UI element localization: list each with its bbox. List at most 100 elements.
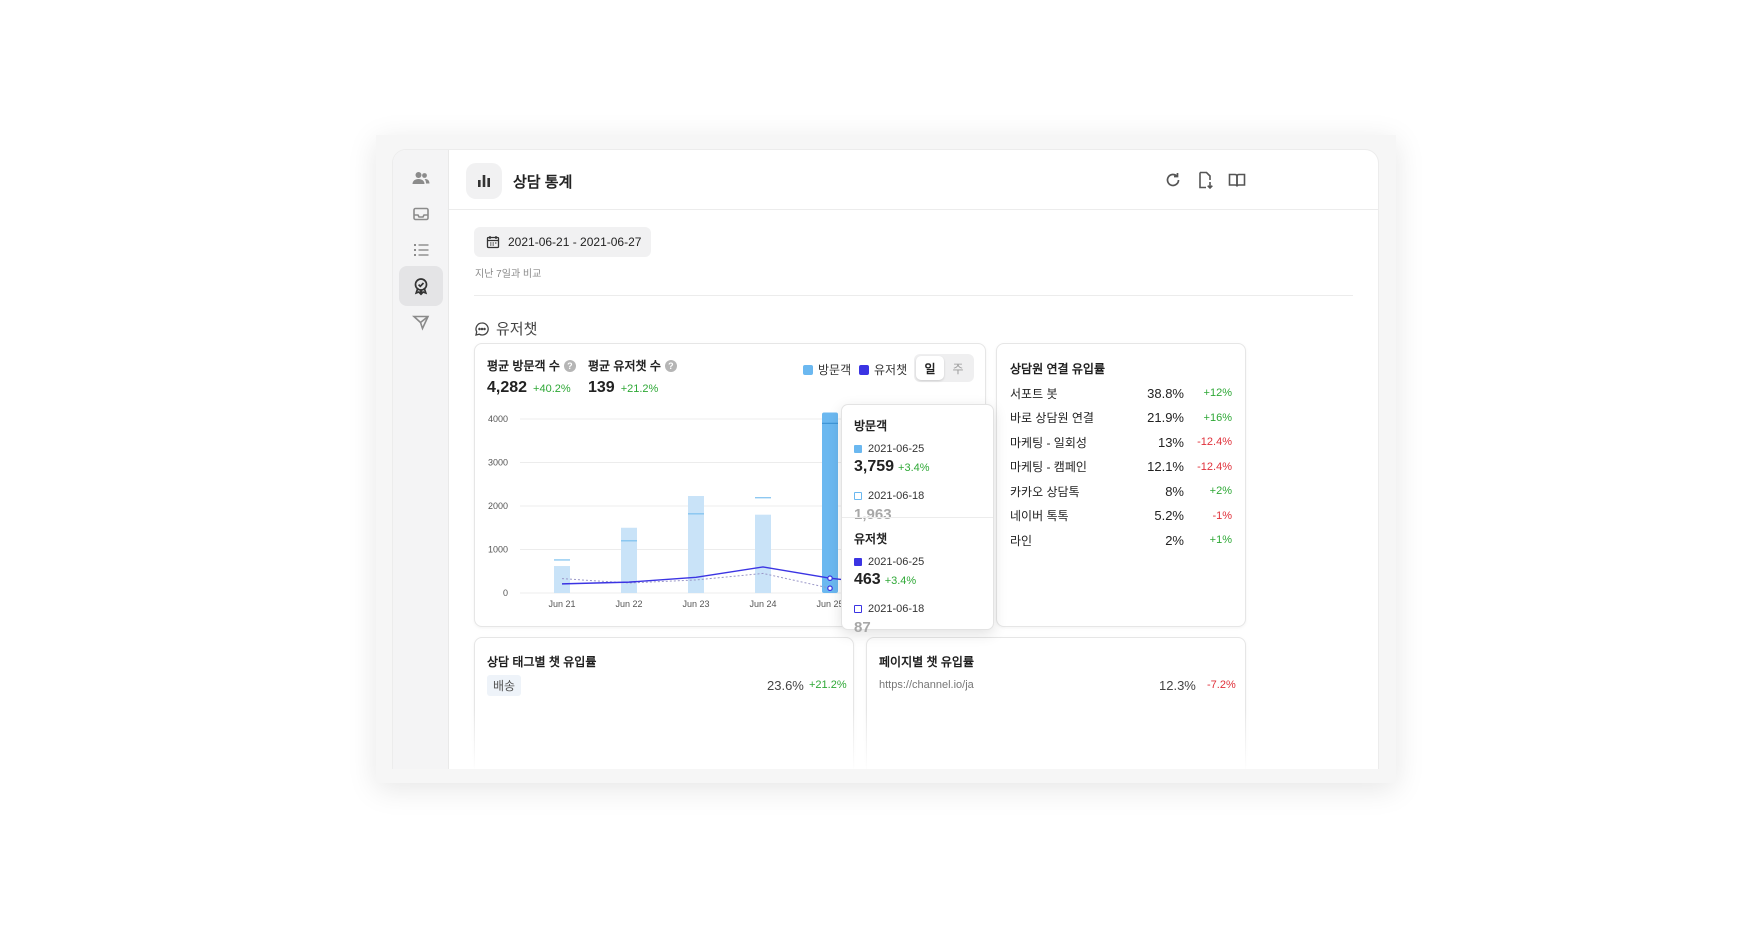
divider: [474, 295, 1353, 296]
tooltip-chats-date: 2021-06-25: [868, 556, 925, 568]
list-icon: [414, 244, 429, 256]
date-range-text: 2021-06-21 - 2021-06-27: [508, 235, 642, 249]
agent-rate-delta: -1%: [1212, 509, 1232, 522]
tooltip-visitors: 방문객 2021-06-25 3,759 +3.4% 2021-06-18 1,9…: [854, 417, 981, 523]
agent-rates-title: 상담원 연결 유입률: [1010, 362, 1105, 376]
page-title: 상담 통계: [513, 174, 573, 191]
tooltip-visitors-prev-date: 2021-06-18: [868, 490, 925, 502]
agent-rate-row: 바로 상담원 연결 21.9% +16%: [1010, 408, 1232, 428]
agent-rate-pct: 5.2%: [1154, 508, 1184, 523]
sidebar-item-inbox[interactable]: [399, 194, 443, 234]
agent-rate-name: 바로 상담원 연결: [1010, 411, 1094, 425]
tag-rates-card: 상담 태그별 챗 유입률 배송 23.6% +21.2%: [474, 637, 854, 769]
page-rates-title: 페이지별 챗 유입률: [879, 655, 974, 669]
page-url[interactable]: https://channel.io/ja: [879, 679, 974, 691]
agent-rate-delta: +2%: [1209, 485, 1232, 497]
tooltip-chats-title: 유저챗: [854, 532, 888, 546]
visitor-bar: [688, 495, 704, 593]
agent-rate-pct: 8%: [1165, 483, 1184, 499]
agent-rate-pct: 12.1%: [1147, 459, 1184, 474]
agent-rate-delta: -12.4%: [1197, 460, 1232, 473]
agent-rate-row: 서포트 봇 38.8% +12%: [1010, 383, 1232, 403]
y-tick-label: 2000: [488, 501, 508, 511]
tooltip-chats-value: 463: [854, 571, 881, 588]
y-tick-label: 1000: [488, 545, 508, 555]
x-tick-label: Jun 25: [816, 599, 843, 609]
guide-book-icon[interactable]: [1227, 170, 1247, 190]
swatch-outline: [854, 492, 862, 500]
tooltip-visitors-value: 3,759: [854, 458, 895, 475]
agent-rate-pct: 21.9%: [1147, 410, 1184, 425]
visitor-bar: [822, 412, 838, 593]
y-tick-label: 4000: [488, 414, 508, 424]
tooltip-visitors-prev-value: 1,963: [854, 506, 892, 523]
agent-rate-pct: 13%: [1157, 434, 1184, 450]
section-title-text: 유저챗: [496, 321, 538, 338]
tooltip-divider: [842, 517, 993, 518]
calendar-icon: [486, 236, 500, 249]
x-tick-label: Jun 22: [615, 599, 642, 609]
swatch-outline: [854, 605, 862, 613]
x-tick-label: Jun 21: [548, 599, 575, 609]
tooltip-chats-prev-value: 87: [854, 619, 871, 636]
y-tick-label: 0: [503, 588, 508, 598]
agent-rate-name: 네이버 톡톡: [1010, 509, 1069, 523]
sidebar-item-list[interactable]: [399, 230, 443, 270]
agent-rate-delta: -12.4%: [1197, 436, 1232, 448]
date-range-picker[interactable]: 2021-06-21 - 2021-06-27: [474, 227, 652, 257]
tooltip-visitors-title: 방문객: [854, 419, 888, 433]
chat-point: [827, 575, 833, 582]
agent-rate-row: 라인 2% +1%: [1010, 530, 1232, 550]
app-window: 상담 통계 2021-06-21 - 2021-06-27 지난 7일과 비교: [392, 149, 1379, 769]
chart-tooltip: 방문객 2021-06-25 3,759 +3.4% 2021-06-18 1,9…: [841, 404, 994, 636]
swatch: [854, 558, 862, 566]
agent-rate-name: 마케팅 - 일회성: [1010, 435, 1087, 450]
export-file-icon[interactable]: [1195, 170, 1215, 190]
swatch: [854, 445, 862, 453]
tooltip-chats: 유저챗 2021-06-25 463 +3.4% 2021-06-18 87: [854, 530, 981, 636]
agent-rate-pct: 38.8%: [1147, 385, 1184, 401]
page-delta: -7.2%: [1207, 679, 1236, 691]
tag-chip[interactable]: 배송: [487, 675, 522, 696]
agent-rate-name: 마케팅 - 캠페인: [1010, 460, 1087, 474]
refresh-icon[interactable]: [1163, 170, 1183, 190]
sidebar-item-campaign[interactable]: [399, 302, 443, 342]
bar-chart-icon: [466, 163, 502, 199]
compare-label: 지난 7일과 비교: [475, 269, 542, 280]
sidebar-item-users[interactable]: [399, 158, 443, 198]
agent-rate-row: 카카오 상담톡 8% +2%: [1010, 481, 1232, 501]
previous-chat-point: [827, 585, 833, 592]
badge-check-icon: [414, 278, 428, 296]
tooltip-chats-prev-date: 2021-06-18: [868, 603, 925, 615]
agent-rate-name: 카카오 상담톡: [1010, 484, 1080, 499]
section-title: 유저챗: [474, 318, 537, 339]
y-tick-label: 3000: [488, 458, 508, 468]
agent-rate-pct: 2%: [1165, 532, 1184, 548]
visitor-bar: [755, 514, 771, 593]
agent-rate-row: 마케팅 - 캠페인 12.1% -12.4%: [1010, 457, 1232, 477]
page-header: 상담 통계: [449, 150, 1378, 210]
send-icon: [411, 315, 430, 331]
agent-rate-delta: +12%: [1203, 387, 1232, 399]
agent-rate-row: 마케팅 - 일회성 13% -12.4%: [1010, 432, 1232, 452]
users-icon: [412, 172, 430, 184]
agent-rate-delta: +16%: [1203, 411, 1232, 424]
tooltip-visitors-date: 2021-06-25: [868, 443, 925, 455]
visitor-bar: [554, 566, 570, 593]
main-content: 상담 통계 2021-06-21 - 2021-06-27 지난 7일과 비교: [449, 150, 1378, 769]
inbox-icon: [413, 207, 429, 221]
tag-rates-title: 상담 태그별 챗 유입률: [487, 655, 597, 669]
tag-pct: 23.6%: [767, 678, 804, 693]
x-tick-label: Jun 23: [682, 599, 709, 609]
tooltip-visitors-delta: +3.4%: [898, 462, 930, 474]
page-rates-card: 페이지별 챗 유입률 https://channel.io/ja 12.3% -…: [866, 637, 1246, 769]
agent-rate-row: 네이버 톡톡 5.2% -1%: [1010, 506, 1232, 526]
x-tick-label: Jun 24: [749, 599, 776, 609]
chat-bubble-icon: [475, 321, 489, 336]
sidebar-item-statistics[interactable]: [399, 266, 443, 306]
page-pct: 12.3%: [1159, 678, 1196, 693]
chat-line: [561, 566, 851, 585]
agent-rate-name: 서포트 봇: [1010, 386, 1058, 401]
screenshot-frame: 상담 통계 2021-06-21 - 2021-06-27 지난 7일과 비교: [376, 135, 1396, 783]
agent-rate-name: 라인: [1010, 533, 1033, 548]
